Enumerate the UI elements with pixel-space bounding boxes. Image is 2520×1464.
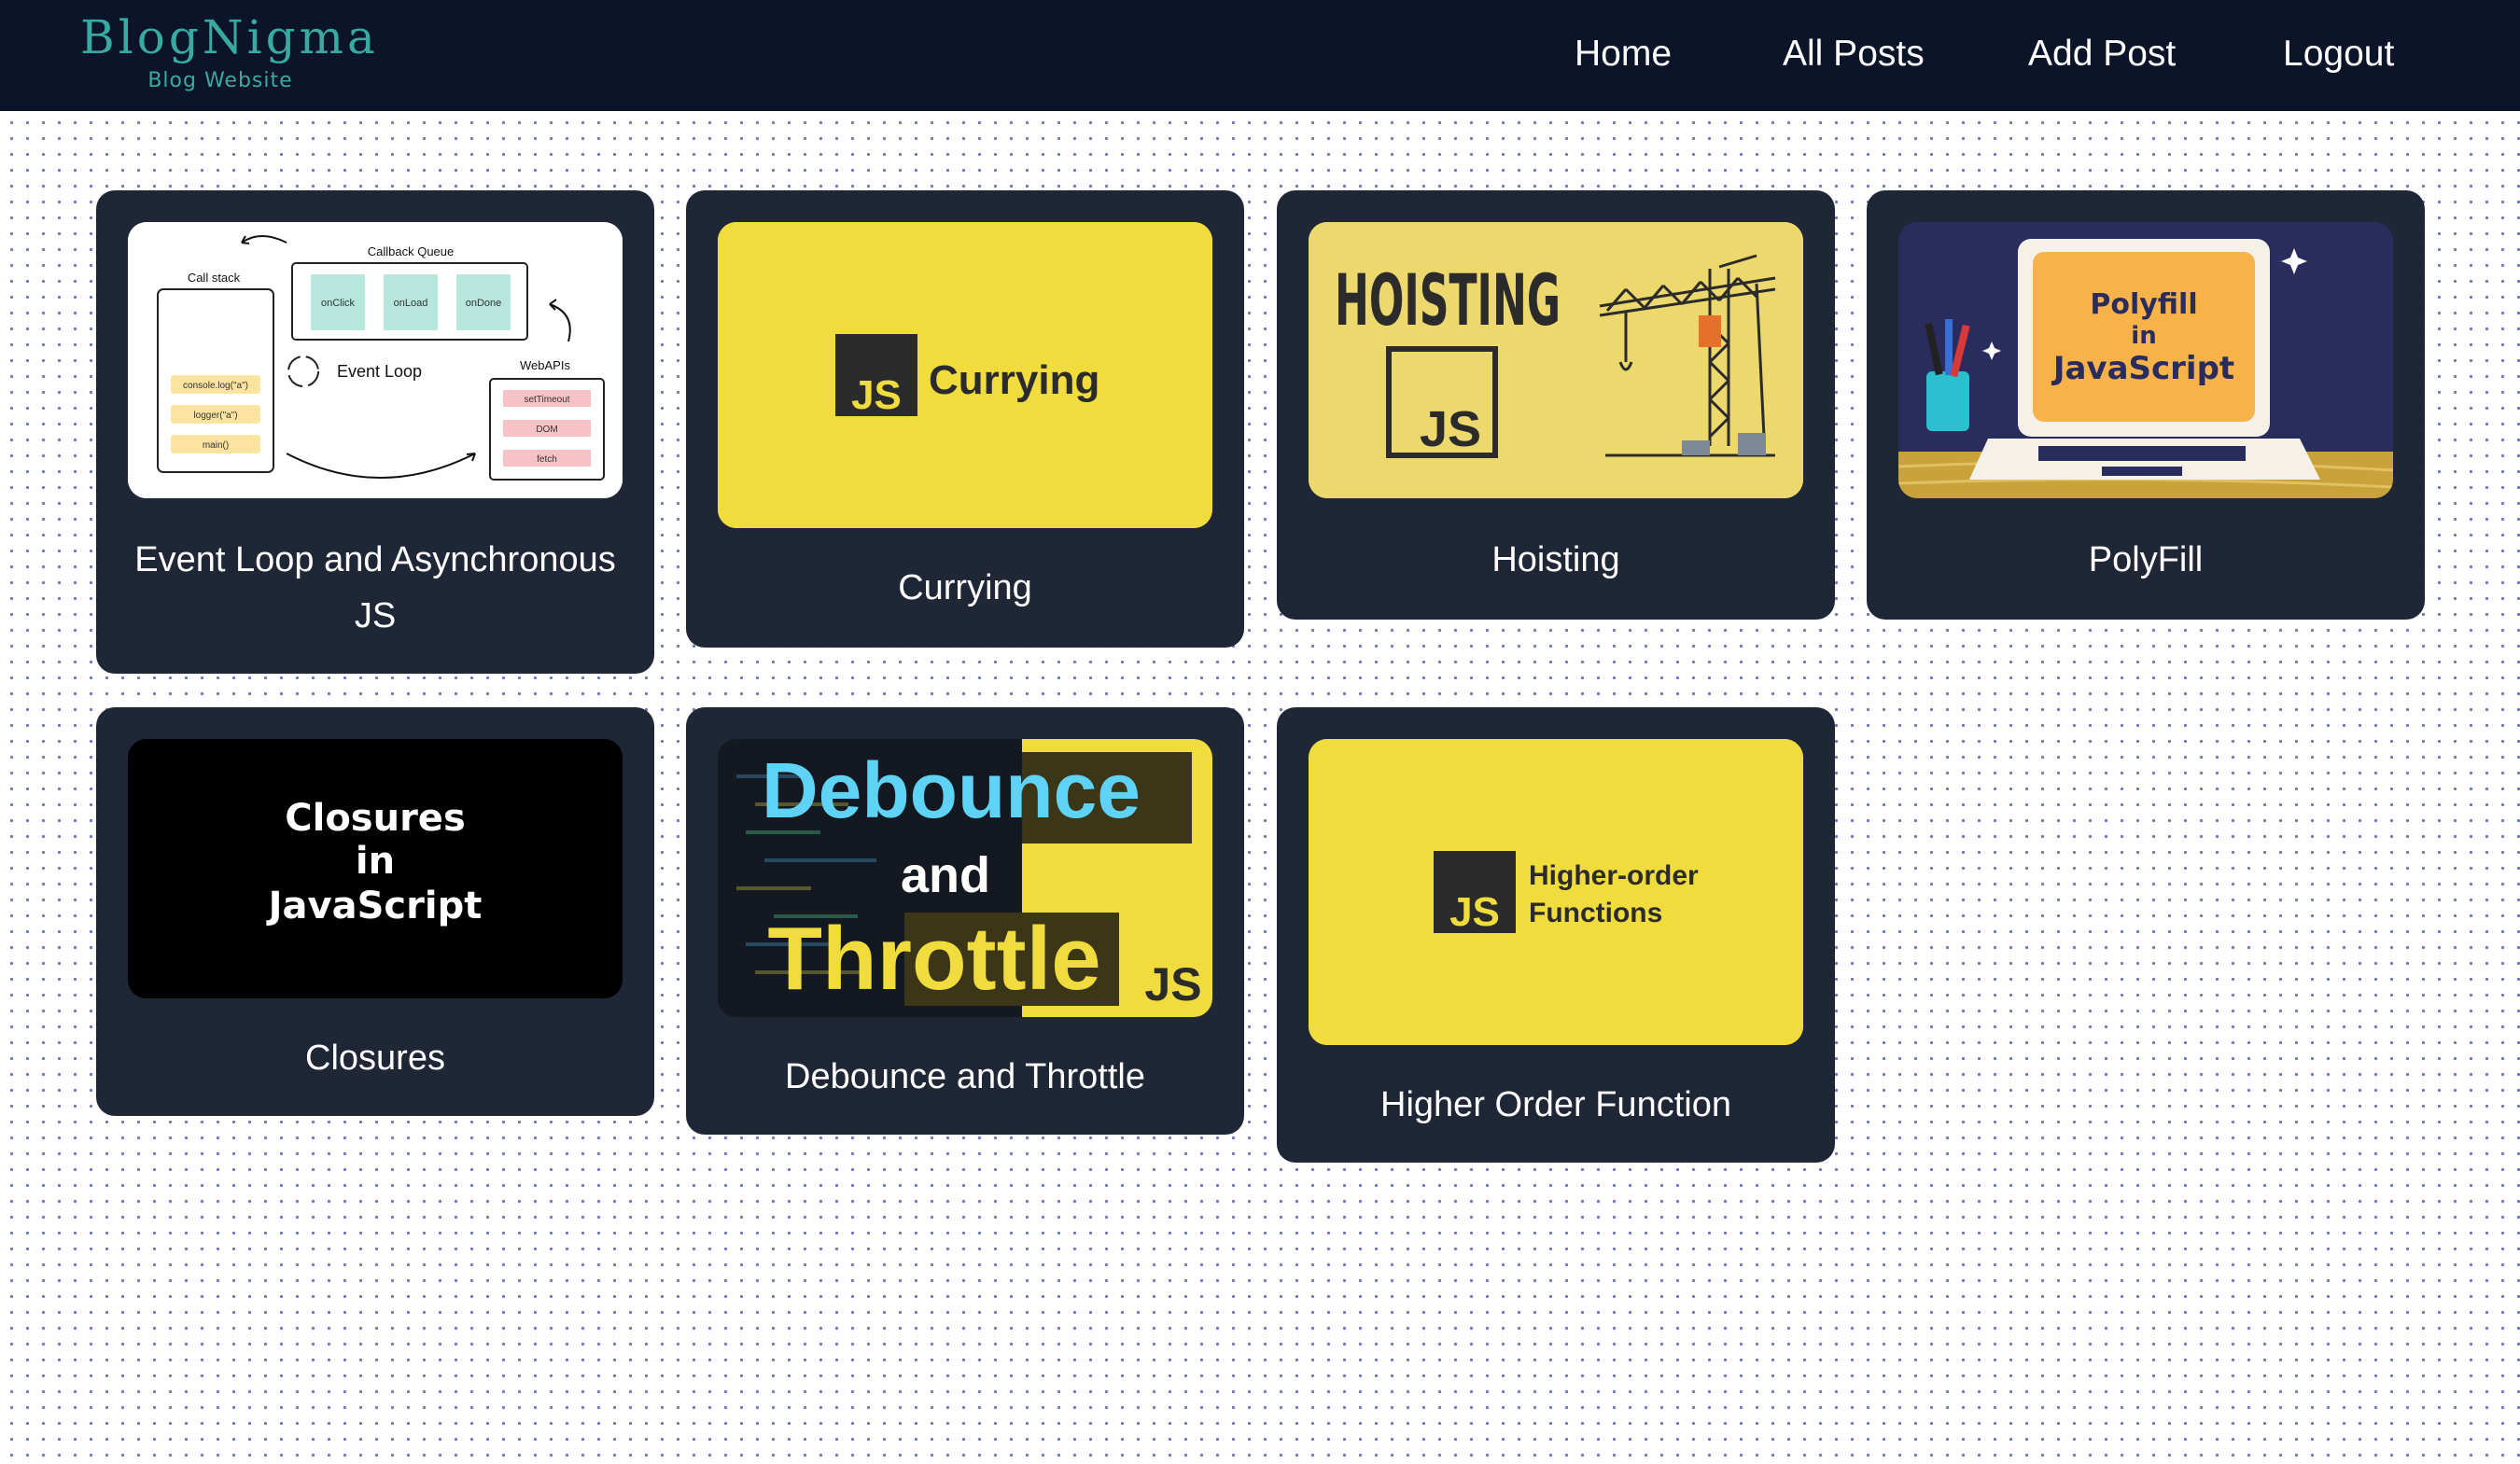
crane-cab bbox=[1699, 315, 1721, 347]
post-title[interactable]: Event Loop and Asynchronous JS bbox=[115, 532, 636, 644]
cover-line: JavaScript bbox=[2051, 350, 2234, 387]
js-badge-text: JS bbox=[851, 372, 902, 418]
queue-item: onDone bbox=[466, 298, 502, 309]
cover-line: in bbox=[2131, 322, 2156, 350]
webapi-item: fetch bbox=[537, 454, 557, 465]
js-badge-text: JS bbox=[1144, 958, 1201, 1011]
post-card-polyfill[interactable]: Polyfill in JavaScript PolyFill bbox=[1867, 190, 2425, 620]
cover-line: JavaScript bbox=[266, 885, 483, 927]
js-badge-text: JS bbox=[1449, 889, 1500, 935]
post-title[interactable]: PolyFill bbox=[1885, 532, 2406, 588]
event-loop-diagram: Call stack console.log("a") logger("a") … bbox=[128, 222, 623, 498]
cover-line: in bbox=[356, 840, 395, 883]
post-card-closures[interactable]: Closures in JavaScript Closures bbox=[96, 707, 654, 1116]
hoisting-cover: HOISTING JS bbox=[1309, 222, 1803, 498]
nav-add-post-link[interactable]: Add Post bbox=[2028, 30, 2176, 78]
post-thumbnail: Polyfill in JavaScript bbox=[1898, 222, 2393, 498]
closures-cover: Closures in JavaScript bbox=[128, 739, 623, 998]
queue-item: onLoad bbox=[394, 298, 428, 309]
stack-item: main() bbox=[203, 440, 229, 451]
brand-title: BlogNigma bbox=[80, 10, 379, 64]
post-thumbnail: JS Higher-order Functions bbox=[1309, 739, 1803, 1045]
crane-counterweight bbox=[1738, 433, 1766, 455]
currying-cover: JS Currying bbox=[718, 222, 1212, 528]
post-title[interactable]: Hoisting bbox=[1295, 532, 1816, 588]
post-title[interactable]: Currying bbox=[705, 560, 1225, 616]
webapis-label: WebAPIs bbox=[520, 358, 570, 372]
callback-queue-label: Callback Queue bbox=[368, 244, 455, 258]
nav-all-posts-link[interactable]: All Posts bbox=[1783, 30, 1925, 78]
top-navbar: BlogNigma Blog Website Home All Posts Ad… bbox=[0, 0, 2520, 111]
cover-heading: HOISTING bbox=[1335, 258, 1561, 342]
debounce-throttle-cover: Debounce and Throttle JS bbox=[718, 739, 1212, 1017]
js-badge-text: JS bbox=[1420, 401, 1481, 457]
post-title[interactable]: Closures bbox=[115, 1030, 636, 1086]
post-card-hoisting[interactable]: HOISTING JS Hoisting bbox=[1277, 190, 1835, 620]
post-thumbnail: HOISTING JS bbox=[1309, 222, 1803, 498]
stack-item: console.log("a") bbox=[183, 381, 248, 391]
post-title[interactable]: Higher Order Function bbox=[1295, 1077, 1816, 1133]
cover-text: Currying bbox=[929, 357, 1099, 403]
call-stack-label: Call stack bbox=[188, 271, 241, 285]
stack-item: logger("a") bbox=[193, 411, 237, 421]
webapi-item: DOM bbox=[536, 425, 557, 435]
post-card-higher-order-function[interactable]: JS Higher-order Functions Higher Order F… bbox=[1277, 707, 1835, 1163]
event-loop-label: Event Loop bbox=[337, 362, 422, 381]
higher-order-cover: JS Higher-order Functions bbox=[1309, 739, 1803, 1045]
post-card-currying[interactable]: JS Currying Currying bbox=[686, 190, 1244, 648]
cover-word: Debounce bbox=[762, 746, 1141, 834]
queue-item: onClick bbox=[321, 298, 356, 309]
cover-line: Functions bbox=[1529, 898, 1662, 928]
post-card-debounce-throttle[interactable]: Debounce and Throttle JS Debounce and Th… bbox=[686, 707, 1244, 1135]
post-title[interactable]: Debounce and Throttle bbox=[705, 1049, 1225, 1105]
brand-logo[interactable]: BlogNigma Blog Website bbox=[80, 7, 379, 95]
cover-line: Higher-order bbox=[1529, 860, 1699, 891]
cover-word: Throttle bbox=[767, 909, 1100, 1009]
webapi-item: setTimeout bbox=[524, 395, 569, 405]
cover-line: Polyfill bbox=[2090, 288, 2197, 321]
post-card-event-loop[interactable]: Call stack console.log("a") logger("a") … bbox=[96, 190, 654, 674]
pen-cup-icon bbox=[1926, 371, 1969, 431]
cover-word: and bbox=[901, 847, 990, 903]
cover-line: Closures bbox=[285, 797, 466, 840]
polyfill-cover: Polyfill in JavaScript bbox=[1898, 222, 2393, 498]
nav-logout-link[interactable]: Logout bbox=[2283, 30, 2394, 78]
post-thumbnail: JS Currying bbox=[718, 222, 1212, 528]
post-thumbnail: Call stack console.log("a") logger("a") … bbox=[128, 222, 623, 498]
post-thumbnail: Debounce and Throttle JS bbox=[718, 739, 1212, 1017]
brand-subtitle: Blog Website bbox=[147, 69, 293, 92]
post-thumbnail: Closures in JavaScript bbox=[128, 739, 623, 998]
nav-home-link[interactable]: Home bbox=[1575, 30, 1672, 78]
